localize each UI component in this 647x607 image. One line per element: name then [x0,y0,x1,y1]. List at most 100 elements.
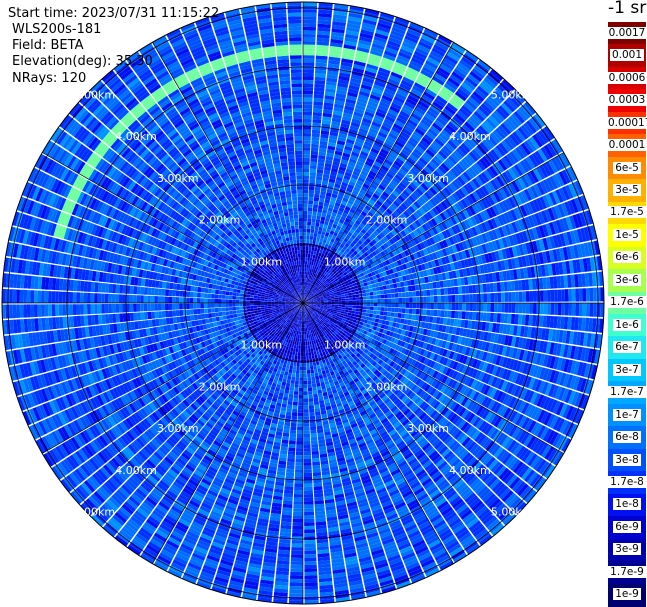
range-gate-cell [303,168,310,173]
range-gate-cell [482,283,487,293]
range-gate-cell [305,345,308,349]
range-gate-cell [504,303,509,313]
range-gate-cell [384,303,388,307]
range-gate-cell [354,288,359,292]
range-gate-cell [306,235,310,240]
range-gate-cell [341,305,346,308]
range-gate-cell [312,390,318,395]
range-gate-cell [363,303,367,306]
range-gate-cell [407,285,413,292]
range-gate-cell [303,189,309,194]
range-gate-cell [310,433,318,438]
range-gate-cell [312,465,321,470]
range-gate-cell [397,313,402,318]
range-gate-cell [375,314,380,319]
range-gate-cell [426,289,431,296]
range-gate-cell [312,207,318,212]
range-gate-cell [382,315,387,321]
range-gate-cell [312,358,316,363]
range-gate-cell [351,310,356,314]
range-gate-cell [373,299,378,303]
range-gate-cell [387,293,392,299]
range-gate-cell [334,304,339,307]
range-gate-cell [356,300,360,303]
range-gate-cell [469,303,473,311]
range-gate-cell [362,293,367,297]
range-gate-cell [306,239,310,244]
range-gate-cell [380,294,385,299]
range-gate-cell [310,348,314,352]
range-gate-cell [364,285,369,290]
range-gate-cell [303,58,315,63]
range-gate-cell [561,303,565,316]
range-gate-cell [311,355,315,359]
range-gate-cell [359,303,364,306]
range-gate-cell [303,154,310,158]
range-gate-cell [303,225,307,229]
range-gate-cell [307,380,312,385]
range-gate-cell [496,313,501,323]
range-gate-cell [314,404,320,409]
range-gate-cell [430,296,434,303]
range-gate-cell [483,303,488,312]
range-gate-cell [365,313,370,317]
range-gate-cell [315,222,320,227]
range-gate-cell [305,250,309,254]
range-gate-cell [307,260,310,265]
range-gate-cell [338,296,342,300]
range-gate-cell [303,111,312,116]
range-gate-cell [352,305,356,309]
range-gate-cell [307,373,311,378]
range-gate-cell [486,303,491,312]
range-gate-cell [311,351,314,356]
range-gate-cell [304,274,306,279]
range-gate-cell [303,235,307,240]
range-gate-cell [540,303,544,315]
range-gate-cell [384,307,388,312]
range-gate-cell [334,299,339,302]
range-gate-cell [557,303,562,316]
range-gate-cell [306,228,311,233]
range-gate-cell [361,312,366,316]
range-gate-cell [366,296,371,300]
range-gate-cell [303,249,306,254]
range-gate-cell [305,257,308,261]
range-gate-cell [303,281,306,286]
range-gate-cell [423,296,427,303]
range-gate-cell [303,242,306,247]
range-gate-cell [314,229,319,234]
range-gate-cell [303,62,315,66]
range-gate-cell [348,310,352,314]
range-gate-cell [380,303,385,307]
range-gate-cell [307,345,311,349]
range-gate-cell [303,26,316,31]
range-gate-cell [313,350,317,355]
range-gate-cell [415,314,420,321]
range-gate-cell [306,334,309,339]
range-gate-cell [362,296,367,300]
range-gate-cell [416,296,420,303]
range-gate-cell [402,297,406,303]
range-gate-cell [303,157,310,162]
range-gate-cell [511,291,516,302]
range-gate-cell [365,289,370,293]
range-gate-cell [585,288,590,302]
range-gate-cell [312,112,322,117]
range-gate-cell [316,237,321,242]
range-gate-cell [437,295,442,303]
range-gate-cell [366,303,371,307]
range-gate-cell [303,129,312,134]
range-gate-cell [311,147,319,152]
range-gate-cell [359,308,363,313]
range-gate-cell [303,133,311,137]
range-gate-cell [303,44,316,49]
range-gate-cell [408,314,413,320]
range-gate-cell [334,301,339,303]
range-gate-cell [486,293,491,302]
range-gate-cell [345,298,349,301]
range-gate-cell [589,303,594,317]
range-gate-cell [310,429,317,434]
range-gate-cell [303,228,307,233]
range-gate-cell [412,303,417,309]
range-gate-cell [311,454,320,459]
